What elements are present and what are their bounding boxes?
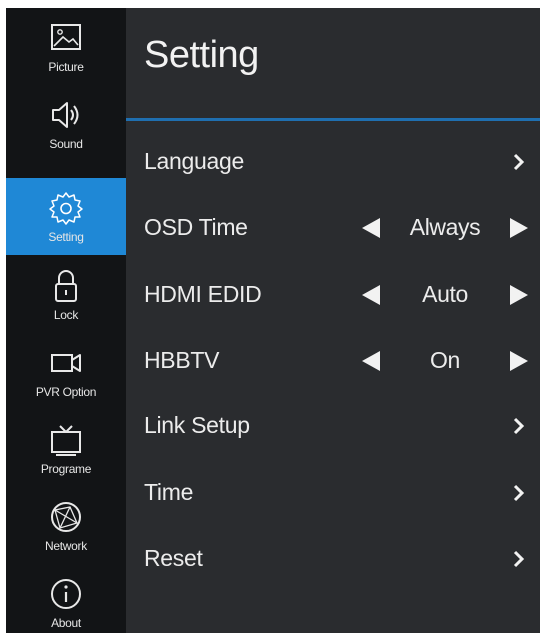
settings-row-osd-time[interactable]: OSD Time Always: [126, 198, 540, 258]
sidebar-item-label: PVR Option: [35, 385, 97, 399]
picture-icon: [46, 18, 86, 58]
sidebar: Picture Sound Setting Lock PVR Option Pr…: [6, 8, 126, 633]
sidebar-item-label: Programe: [40, 462, 92, 476]
sidebar-item-programe[interactable]: Programe: [6, 410, 126, 487]
chevron-right-icon: [512, 483, 526, 503]
page-title: Setting: [144, 34, 259, 76]
row-label: Reset: [144, 545, 203, 571]
chevron-right-icon: [512, 416, 526, 436]
camera-icon: [46, 343, 86, 383]
sidebar-item-label: Lock: [53, 308, 79, 322]
settings-row-hbbtv[interactable]: HBBTV On: [126, 331, 540, 391]
sidebar-item-lock[interactable]: Lock: [6, 256, 126, 333]
sidebar-item-label: About: [51, 616, 81, 630]
chevron-right-icon: [512, 549, 526, 569]
sidebar-item-label: Sound: [49, 137, 83, 151]
sidebar-item-label: Picture: [48, 60, 84, 74]
sidebar-item-label: Setting: [48, 230, 84, 244]
sidebar-item-about[interactable]: About: [6, 564, 126, 641]
chevron-right-icon: [512, 152, 526, 172]
lock-icon: [46, 266, 86, 306]
sidebar-item-setting[interactable]: Setting: [6, 178, 126, 255]
tv-settings-screen: Picture Sound Setting Lock PVR Option Pr…: [6, 8, 540, 633]
arrow-right-icon[interactable]: [510, 351, 528, 371]
sidebar-item-sound[interactable]: Sound: [6, 85, 126, 162]
settings-row-reset[interactable]: Reset: [126, 529, 540, 589]
info-icon: [46, 574, 86, 614]
row-value: Auto: [422, 281, 468, 307]
settings-row-hdmi-edid[interactable]: HDMI EDID Auto: [126, 265, 540, 325]
arrow-left-icon[interactable]: [362, 218, 380, 238]
settings-row-language[interactable]: Language: [126, 132, 540, 192]
settings-row-link-setup[interactable]: Link Setup: [126, 396, 540, 456]
row-label: HBBTV: [144, 347, 220, 373]
row-value: On: [430, 347, 460, 373]
speaker-icon: [46, 95, 86, 135]
sidebar-item-network[interactable]: Network: [6, 487, 126, 564]
arrow-left-icon[interactable]: [362, 285, 380, 305]
row-label: Time: [144, 479, 194, 505]
arrow-right-icon[interactable]: [510, 285, 528, 305]
row-label: OSD Time: [144, 214, 248, 240]
tv-icon: [46, 420, 86, 460]
row-value: Always: [409, 214, 481, 240]
settings-row-time[interactable]: Time: [126, 463, 540, 523]
settings-panel: Setting Language OSD Time Always HDMI ED…: [126, 8, 540, 633]
globe-icon: [46, 497, 86, 537]
row-label: HDMI EDID: [144, 281, 262, 307]
row-label: Language: [144, 148, 244, 174]
sidebar-item-label: Network: [45, 539, 87, 553]
sidebar-item-pvr-option[interactable]: PVR Option: [6, 333, 126, 410]
sidebar-item-picture[interactable]: Picture: [6, 8, 126, 85]
arrow-right-icon[interactable]: [510, 218, 528, 238]
gear-icon: [46, 188, 86, 228]
title-divider: [126, 118, 540, 121]
row-label: Link Setup: [144, 412, 250, 438]
arrow-left-icon[interactable]: [362, 351, 380, 371]
